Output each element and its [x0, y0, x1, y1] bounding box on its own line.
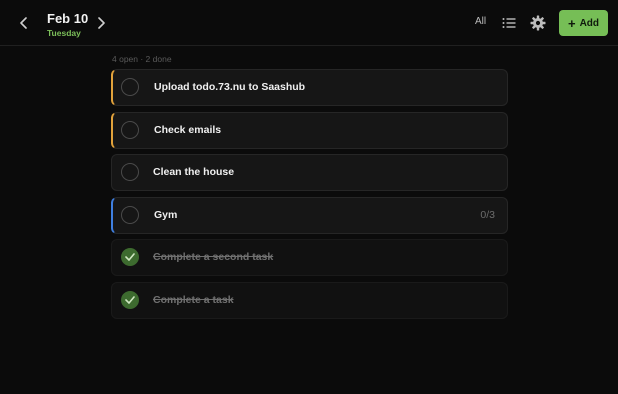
- gear-icon: [530, 15, 546, 31]
- task-title: Complete a task: [153, 294, 234, 306]
- next-day-button[interactable]: [90, 12, 112, 34]
- task-checkbox[interactable]: [121, 163, 139, 181]
- plus-icon: +: [567, 15, 576, 31]
- task-title: Upload todo.73.nu to Saashub: [154, 81, 306, 93]
- task-item-done[interactable]: Complete a task: [111, 282, 508, 319]
- weekday-label: Tuesday: [47, 28, 81, 38]
- top-bar: Feb 10 Tuesday All + Add: [0, 0, 618, 46]
- task-title: Complete a second task: [153, 251, 274, 263]
- list-icon: [502, 18, 516, 28]
- filter-all-button[interactable]: All: [475, 16, 486, 27]
- settings-button[interactable]: [528, 13, 548, 33]
- add-task-button[interactable]: + Add: [559, 10, 608, 36]
- task-title: Gym: [154, 209, 178, 221]
- task-summary: 4 open · 2 done: [112, 54, 172, 64]
- list-view-button[interactable]: [499, 13, 519, 33]
- chevron-right-icon: [98, 17, 105, 29]
- task-checkbox[interactable]: [121, 206, 139, 224]
- task-item[interactable]: Check emails: [111, 112, 508, 149]
- task-checkbox[interactable]: [121, 121, 139, 139]
- task-checkbox[interactable]: [121, 78, 139, 96]
- task-item[interactable]: Upload todo.73.nu to Saashub: [111, 69, 508, 106]
- task-item[interactable]: Clean the house: [111, 154, 508, 191]
- task-checkbox-checked[interactable]: [121, 248, 139, 266]
- subtask-count: 0/3: [480, 209, 495, 221]
- add-button-label: Add: [579, 17, 600, 29]
- checkmark-icon: [125, 253, 135, 261]
- task-title: Clean the house: [153, 166, 235, 178]
- date-display[interactable]: Feb 10 Tuesday: [47, 12, 88, 39]
- checkmark-icon: [125, 296, 135, 304]
- task-item[interactable]: Gym 0/3: [111, 197, 508, 234]
- task-checkbox-checked[interactable]: [121, 291, 139, 309]
- date-label: Feb 10: [47, 11, 89, 26]
- task-title: Check emails: [154, 124, 222, 136]
- chevron-left-icon: [20, 17, 27, 29]
- previous-day-button[interactable]: [13, 12, 35, 34]
- task-item-done[interactable]: Complete a second task: [111, 239, 508, 276]
